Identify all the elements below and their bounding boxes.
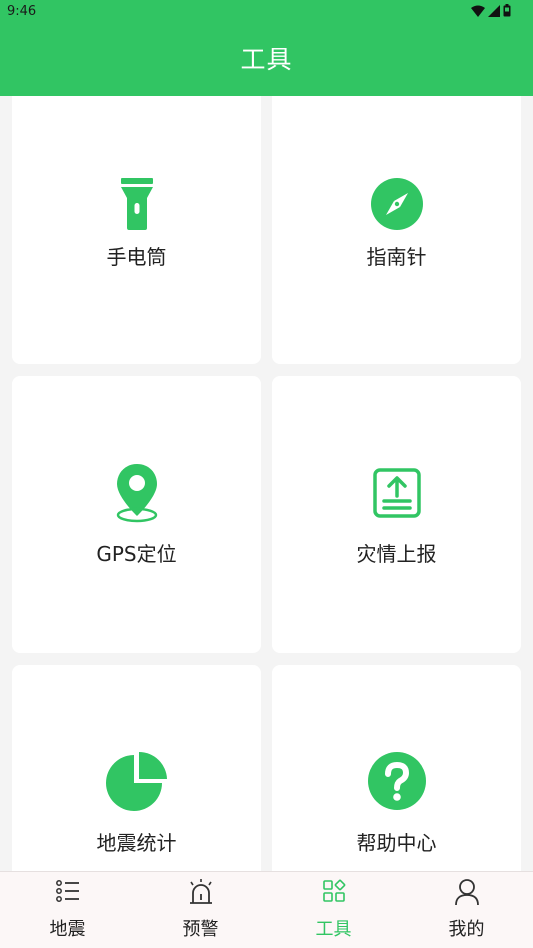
- tab-tools[interactable]: 工具: [267, 872, 400, 948]
- signal-icon: [488, 2, 500, 21]
- tools-grid: 手电筒 指南针 GPS定位 灾情上报 地震统计 帮助中心: [0, 96, 533, 871]
- alarm-icon: [134, 878, 267, 906]
- app-header: 9:46 工具: [0, 0, 533, 96]
- status-icons: [471, 3, 511, 19]
- tool-label-compass: 指南针: [366, 245, 427, 269]
- tab-label-profile: 我的: [448, 919, 485, 940]
- tools-grid-icon: [267, 878, 400, 904]
- help-icon: [272, 751, 521, 811]
- page-title: 工具: [240, 45, 293, 74]
- tool-card-disaster-report[interactable]: 灾情上报: [272, 376, 521, 653]
- tab-profile[interactable]: 我的: [400, 872, 533, 948]
- tool-label-gps: GPS定位: [96, 542, 177, 566]
- pie-chart-icon: [12, 751, 261, 813]
- tab-label-tools: 工具: [315, 919, 352, 940]
- wifi-icon: [471, 2, 485, 21]
- status-bar: 9:46: [0, 0, 533, 24]
- list-icon: [1, 878, 134, 904]
- flashlight-icon: [12, 178, 261, 230]
- tool-card-compass[interactable]: 指南针: [272, 96, 521, 364]
- tool-label-help-center: 帮助中心: [356, 831, 437, 855]
- tool-card-earthquake-stats[interactable]: 地震统计: [12, 665, 261, 871]
- tab-label-earthquake: 地震: [49, 919, 86, 940]
- upload-report-icon: [272, 468, 521, 518]
- user-icon: [400, 878, 533, 906]
- tool-label-flashlight: 手电筒: [106, 245, 167, 269]
- location-pin-icon: [12, 462, 261, 524]
- tool-card-help-center[interactable]: 帮助中心: [272, 665, 521, 871]
- tool-label-disaster-report: 灾情上报: [356, 542, 437, 566]
- battery-icon: [503, 2, 511, 21]
- compass-icon: [272, 178, 521, 230]
- tab-earthquake[interactable]: 地震: [1, 872, 134, 948]
- tool-card-gps[interactable]: GPS定位: [12, 376, 261, 653]
- tool-label-earthquake-stats: 地震统计: [96, 831, 177, 855]
- tab-warning[interactable]: 预警: [134, 872, 267, 948]
- bottom-tab-bar: 地震 预警 工具 我的: [0, 871, 533, 948]
- tool-card-flashlight[interactable]: 手电筒: [12, 96, 261, 364]
- tab-label-warning: 预警: [182, 919, 219, 940]
- status-time: 9:46: [7, 4, 37, 19]
